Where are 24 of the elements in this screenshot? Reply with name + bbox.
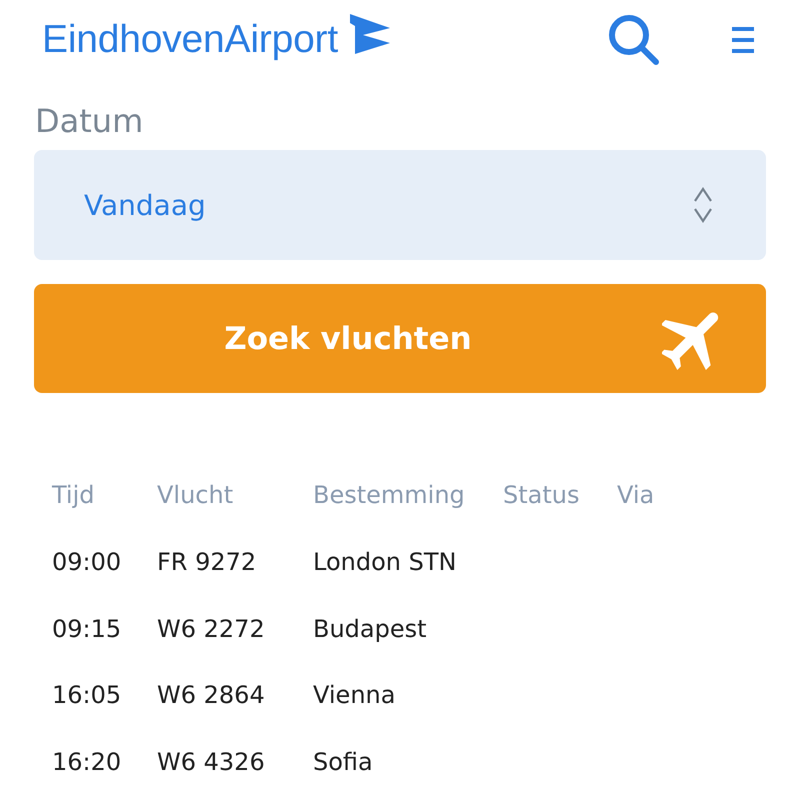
column-header: Via [617, 481, 654, 510]
column-header: Tijd [52, 481, 94, 510]
column-header: Bestemming [313, 481, 465, 510]
table-cell: W6 2864 [157, 681, 265, 710]
table-cell: Budapest [313, 614, 427, 643]
logo-text[interactable]: EindhovenAirport [42, 18, 338, 62]
table-cell: 16:05 [52, 681, 122, 710]
logo-icon[interactable] [350, 14, 390, 54]
table-cell: FR 9272 [157, 548, 256, 576]
menu-icon[interactable] [732, 25, 754, 55]
search-icon[interactable] [608, 14, 660, 66]
table-cell: 09:00 [52, 548, 122, 576]
table-cell: 09:15 [52, 614, 122, 643]
table-cell: 16:20 [52, 748, 122, 776]
table-cell: W6 2272 [157, 614, 265, 643]
table-cell: London STN [313, 548, 456, 576]
column-header: Vlucht [157, 481, 234, 510]
table-cell: Sofia [313, 748, 373, 776]
date-label: Datum [34, 101, 144, 141]
date-select[interactable]: Vandaag [34, 150, 766, 260]
table-cell: W6 4326 [157, 748, 265, 776]
column-header: Status [503, 481, 580, 510]
table-cell: Vienna [313, 681, 396, 710]
search-flights-button[interactable]: Zoek vluchten [34, 284, 766, 393]
